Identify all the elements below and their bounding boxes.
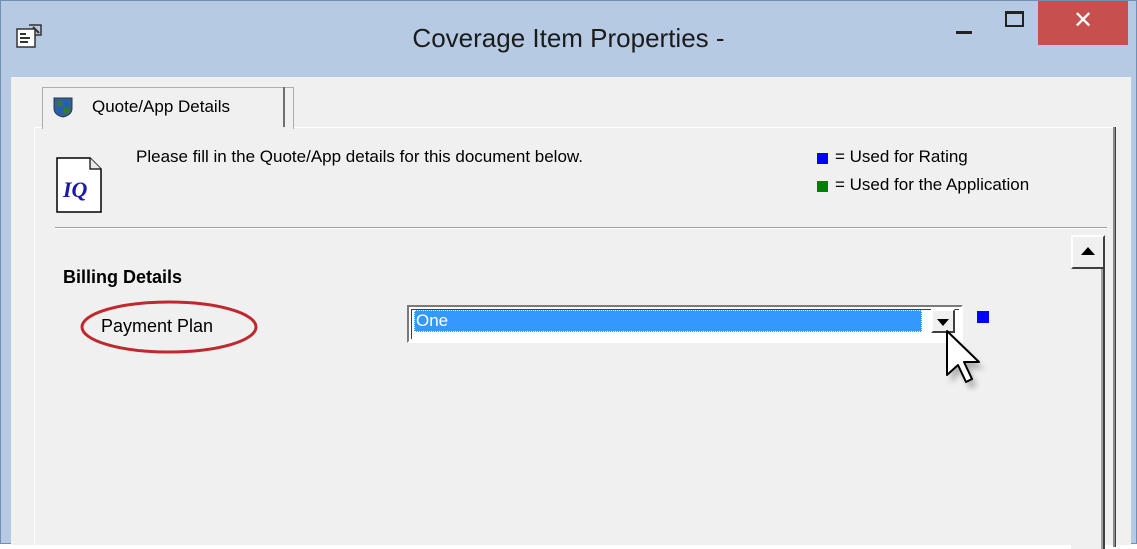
rating-indicator (977, 311, 989, 323)
scrollbar-track-edge (1101, 269, 1103, 549)
legend-swatch-green (817, 181, 828, 192)
close-icon: ✕ (1072, 6, 1094, 34)
minimize-button[interactable] (933, 1, 991, 45)
legend-swatch-blue (817, 153, 828, 164)
legend-label: = Used for the Application (835, 175, 1030, 194)
iq-icon-text: IQ (62, 177, 88, 202)
properties-window: Coverage Item Properties - ✕ Quote/App D… (0, 0, 1137, 549)
tab-label: Quote/App Details (92, 97, 230, 116)
payment-plan-value[interactable]: One (414, 310, 922, 332)
maximize-icon (1005, 11, 1024, 27)
panel-edge-dark (1115, 127, 1116, 547)
shield-grid-icon (53, 97, 73, 118)
title-bar[interactable]: Coverage Item Properties - ✕ (1, 1, 1136, 77)
tab-quote-app-details[interactable]: Quote/App Details (42, 87, 294, 129)
instruction-text: Please fill in the Quote/App details for… (136, 147, 583, 166)
payment-plan-select[interactable]: One (407, 305, 963, 343)
close-button[interactable]: ✕ (1038, 1, 1128, 45)
tab-edge (283, 87, 285, 127)
section-title-billing: Billing Details (63, 267, 183, 287)
payment-plan-label: Payment Plan (101, 316, 214, 336)
minimize-icon (956, 31, 972, 34)
vertical-scrollbar[interactable] (1071, 235, 1105, 549)
legend-label: = Used for Rating (835, 147, 968, 166)
iq-document-icon: IQ (56, 157, 102, 213)
maximize-button[interactable] (991, 1, 1039, 45)
scroll-up-icon (1081, 247, 1095, 255)
scrollbar-track[interactable] (1071, 269, 1105, 549)
mouse-cursor-icon (946, 330, 984, 389)
dialog-client-area: Quote/App Details IQ Please fill in the … (11, 77, 1131, 549)
scroll-up-button[interactable] (1071, 235, 1105, 269)
